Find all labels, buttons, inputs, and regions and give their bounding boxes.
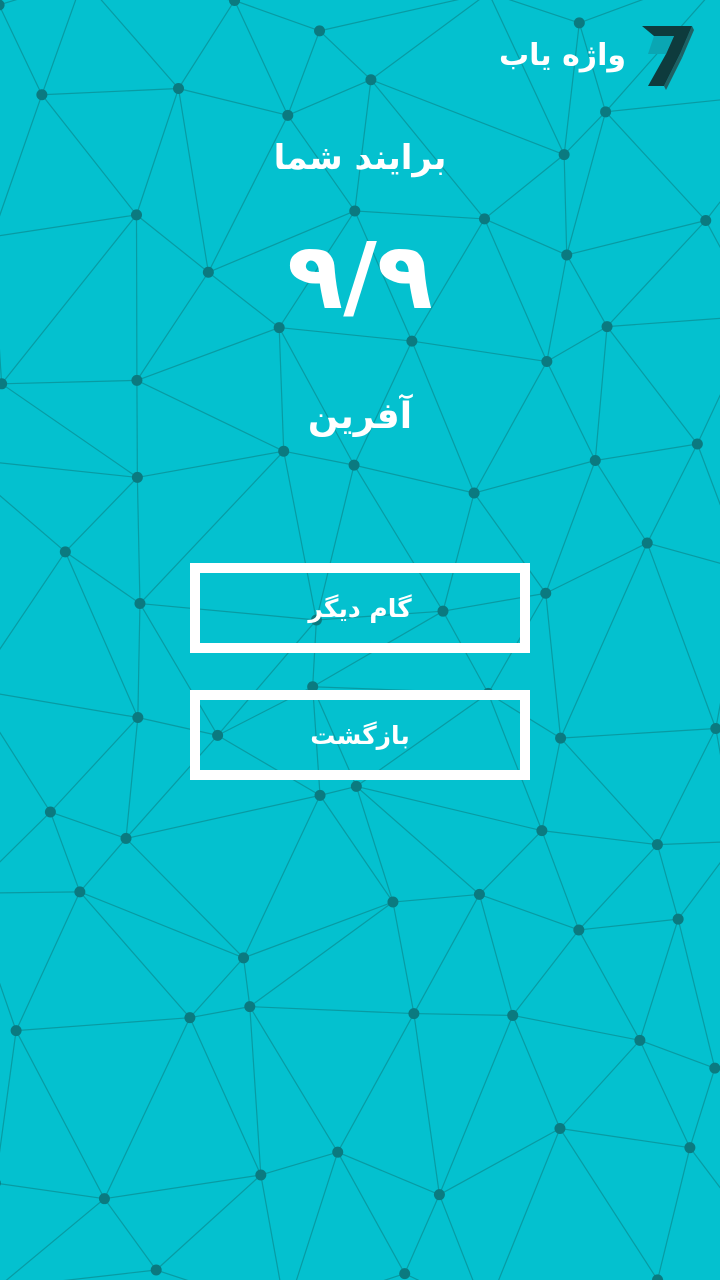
result-heading: برایند شما	[273, 138, 447, 178]
brand-logo-icon	[642, 26, 694, 90]
next-level-button-label: گام دیگر	[308, 593, 412, 623]
back-button[interactable]: بازگشت	[190, 690, 530, 780]
score-value: ۹/۹	[287, 223, 433, 330]
app-brand: واژه یاب	[499, 20, 696, 90]
next-level-button[interactable]: گام دیگر	[190, 563, 530, 653]
app-name: واژه یاب	[498, 37, 627, 73]
back-button-label: بازگشت	[310, 720, 410, 750]
result-message: آفرین	[307, 396, 413, 437]
